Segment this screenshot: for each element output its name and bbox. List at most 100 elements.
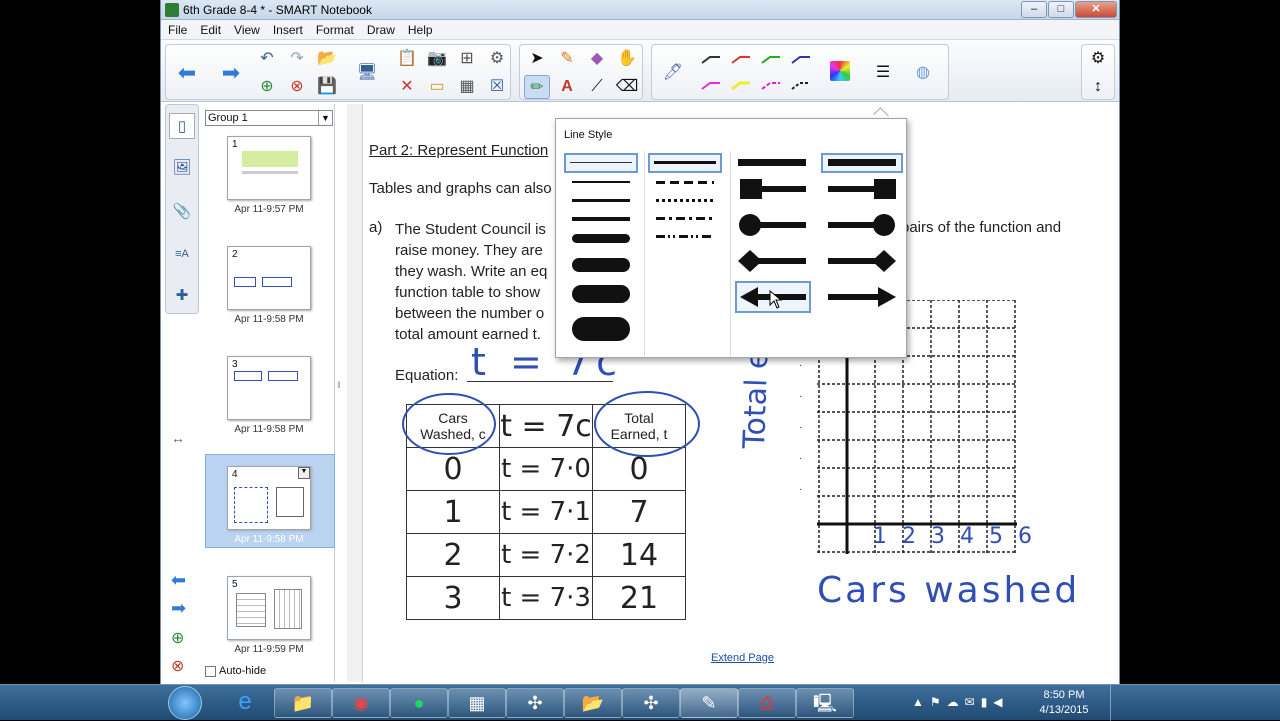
properties-tab-icon[interactable]: ≡A xyxy=(169,241,195,267)
line-style-icon[interactable]: ☰ xyxy=(870,61,896,85)
apps-icon[interactable]: ▦ xyxy=(448,688,506,718)
menu-help[interactable]: Help xyxy=(401,20,439,37)
menu-draw[interactable]: Draw xyxy=(360,20,401,37)
autohide-checkbox[interactable] xyxy=(205,666,216,677)
page-thumbnail-2[interactable]: 2 xyxy=(227,246,311,310)
toolbar-group-properties: 🖊 ☰ ◍ xyxy=(651,44,949,100)
addons-tab-icon[interactable]: ✚ xyxy=(169,283,195,309)
table-icon[interactable]: ▦ xyxy=(454,75,480,99)
close-button[interactable]: ✕ xyxy=(1075,1,1117,18)
add-page-icon[interactable]: ⊕ xyxy=(254,75,280,99)
pdf-reader-icon[interactable]: ⎙ xyxy=(738,688,796,718)
clock-time: 8:50 PM xyxy=(1043,689,1085,701)
side-prev-arrow-icon[interactable]: ⬅ xyxy=(171,570,186,591)
thumb-menu-arrow-icon[interactable]: ▼ xyxy=(298,467,310,479)
x-axis-handwriting: Cars washed xyxy=(817,570,1081,611)
screen-shade-icon[interactable]: ▭ xyxy=(424,75,450,99)
previous-page-arrow-icon[interactable]: ⬅ xyxy=(174,61,200,85)
side-add-page-icon[interactable]: ⊕ xyxy=(171,628,184,648)
delete-page-icon[interactable]: ⊗ xyxy=(284,75,310,99)
select-pointer-icon[interactable]: ➤ xyxy=(524,47,550,71)
line-tool-icon[interactable]: ⟋ xyxy=(584,75,610,99)
page-thumbnail-3[interactable]: 3 xyxy=(227,356,311,420)
page-sorter-tab-icon[interactable]: ▯ xyxy=(169,113,195,139)
attachments-tab-icon[interactable]: 📎 xyxy=(169,199,195,225)
dash-style-option[interactable] xyxy=(648,227,722,247)
file-explorer-icon[interactable]: 📁 xyxy=(274,688,332,718)
item-label: a) xyxy=(369,219,383,236)
start-button-icon[interactable] xyxy=(168,686,202,720)
line-style-option[interactable] xyxy=(564,283,638,303)
display-screen-icon[interactable]: 🖥 xyxy=(354,61,380,85)
page-thumbnail-5[interactable]: 5 xyxy=(227,576,311,640)
line-style-option[interactable] xyxy=(564,255,638,275)
panel-grip-icon[interactable]: ‖ xyxy=(337,380,341,390)
screen-capture-icon[interactable]: 📷 xyxy=(424,47,450,71)
line-style-option[interactable] xyxy=(564,209,638,229)
page-thumbnail-4[interactable]: 4 ▼ xyxy=(227,466,311,530)
arrow-style-options[interactable] xyxy=(734,153,906,313)
eraser-icon[interactable]: ◆ xyxy=(584,47,610,71)
text-tool-icon[interactable]: A xyxy=(554,75,580,99)
menu-format[interactable]: Format xyxy=(309,20,360,37)
line-style-option[interactable] xyxy=(564,153,638,173)
redo-icon[interactable]: ↷ xyxy=(284,47,310,71)
settings-gear-icon[interactable]: ⚙ xyxy=(1085,47,1111,71)
gallery-tab-icon[interactable]: 🖼 xyxy=(169,155,195,181)
maximize-button[interactable]: □ xyxy=(1048,1,1074,18)
open-folder-icon[interactable]: 📂 xyxy=(314,47,340,71)
move-toolbar-icon[interactable]: ↕ xyxy=(1085,75,1111,99)
show-desktop-button[interactable] xyxy=(1110,685,1120,721)
taskbar: e 📁 ◉ ● ▦ ✣ 📂 ✣ ✎ ⎙ 🖳 ▲⚑☁✉▮◀ 8:50 PM 4/1… xyxy=(0,684,1280,721)
thumb-content xyxy=(234,277,256,287)
extend-page-link[interactable]: Extend Page xyxy=(711,652,774,664)
network-app-icon[interactable]: ✣ xyxy=(506,688,564,718)
close-x-box-icon[interactable]: ☒ xyxy=(484,75,510,99)
dash-style-option[interactable] xyxy=(648,153,722,173)
line-style-option[interactable] xyxy=(564,191,638,211)
dash-style-option[interactable] xyxy=(648,191,722,211)
intro-text: Tables and graphs can also xyxy=(369,180,552,197)
next-page-arrow-icon[interactable]: ➡ xyxy=(218,61,244,85)
resize-handle-icon[interactable]: ↔ xyxy=(171,430,185,446)
fill-effects-icon[interactable]: ◍ xyxy=(910,61,936,85)
chrome-icon[interactable]: ◉ xyxy=(332,688,390,718)
dash-style-option[interactable] xyxy=(648,209,722,229)
menu-file[interactable]: File xyxy=(161,20,193,37)
color-palette-icon[interactable] xyxy=(830,61,850,81)
insert-table-icon[interactable]: ⊞ xyxy=(454,47,480,71)
menu-view[interactable]: View xyxy=(227,20,266,37)
page-thumbnail-1[interactable]: 1 xyxy=(227,136,311,200)
folder-icon[interactable]: 📂 xyxy=(564,688,622,718)
menu-edit[interactable]: Edit xyxy=(193,20,227,37)
save-icon[interactable]: 💾 xyxy=(314,75,340,99)
spotify-icon[interactable]: ● xyxy=(390,688,448,718)
creative-pen-icon[interactable]: ✏ xyxy=(524,75,550,99)
line-style-option[interactable] xyxy=(564,229,638,249)
side-next-arrow-icon[interactable]: ➡ xyxy=(171,598,186,619)
computer-icon[interactable]: 🖳 xyxy=(796,688,854,718)
menu-insert[interactable]: Insert xyxy=(266,20,309,37)
smart-notebook-task-icon[interactable]: ✎ xyxy=(680,688,738,718)
minimize-button[interactable]: – xyxy=(1021,1,1047,18)
clock[interactable]: 8:50 PM 4/13/2015 xyxy=(1034,688,1094,718)
internet-explorer-icon[interactable]: e xyxy=(216,688,274,718)
dropdown-arrow-icon[interactable]: ▼ xyxy=(318,111,332,125)
delete-icon[interactable]: ✕ xyxy=(394,75,420,99)
line-presets-icon[interactable] xyxy=(696,49,826,97)
undo-icon[interactable]: ↶ xyxy=(254,47,280,71)
system-tray-icons[interactable]: ▲⚑☁✉▮◀ xyxy=(912,695,1009,709)
line-style-option[interactable] xyxy=(564,313,638,343)
dash-style-option[interactable] xyxy=(648,173,722,193)
side-delete-page-icon[interactable]: ⊗ xyxy=(171,656,184,676)
paste-icon[interactable]: 📋 xyxy=(394,47,420,71)
page-vertical-scrollbar[interactable] xyxy=(347,104,363,682)
pen-icon[interactable]: ✎ xyxy=(554,47,580,71)
pen-properties-icon[interactable]: 🖊 xyxy=(660,61,686,85)
network-app-2-icon[interactable]: ✣ xyxy=(622,688,680,718)
properties-icon[interactable]: ⚙ xyxy=(484,47,510,71)
fill-eraser-icon[interactable]: ⌫ xyxy=(614,75,640,99)
group-select[interactable]: Group 1 ▼ xyxy=(205,110,333,126)
line-style-option[interactable] xyxy=(564,173,638,193)
shapes-icon[interactable]: ✋ xyxy=(614,47,640,71)
